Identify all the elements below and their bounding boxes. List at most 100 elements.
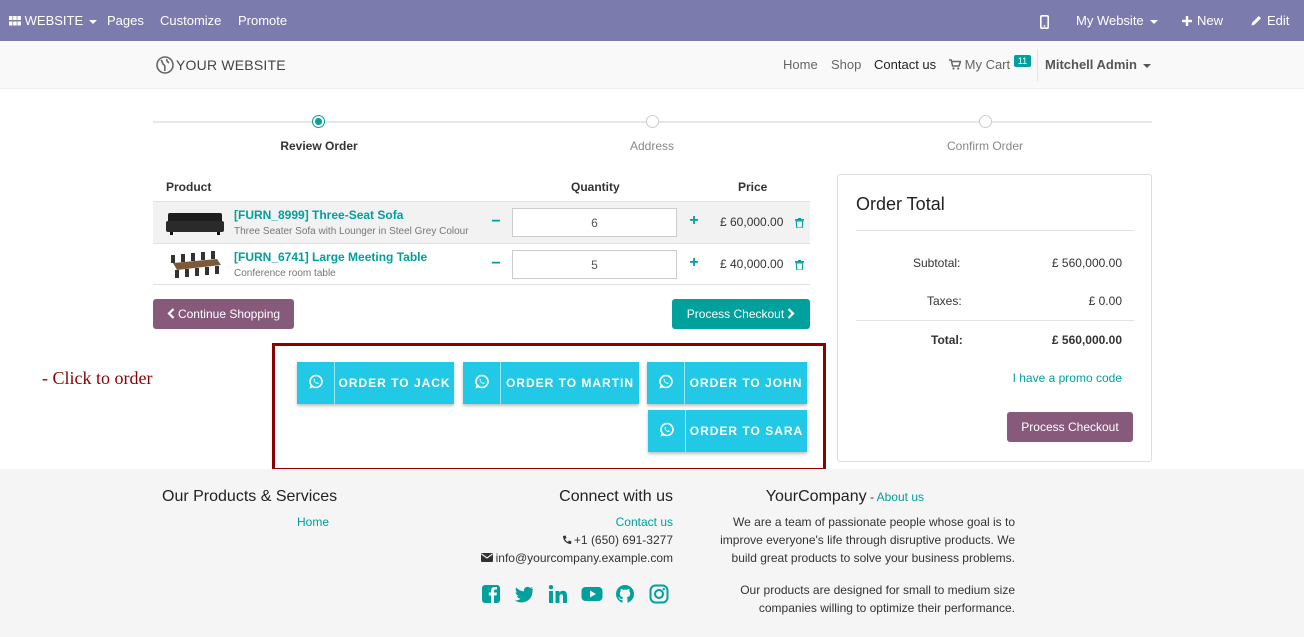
globe-logo-icon[interactable] (156, 56, 174, 74)
menu-promote[interactable]: Promote (238, 0, 287, 41)
pencil-icon (1251, 16, 1261, 26)
quantity-input[interactable] (512, 208, 677, 237)
order-to-martin-button[interactable]: ORDER TO MARTIN (463, 362, 639, 404)
admin-bar: WEBSITE Pages Customize Promote My Websi… (0, 0, 1304, 41)
my-cart-label: My Cart (964, 57, 1011, 72)
menu-customize[interactable]: Customize (160, 0, 221, 41)
promo-code-link[interactable]: I have a promo code (1013, 371, 1122, 385)
user-menu[interactable]: Mitchell Admin (1045, 41, 1151, 89)
apps-grid-icon (9, 15, 21, 26)
shopping-cart-icon (949, 59, 962, 70)
caret-down-icon (1142, 63, 1151, 68)
my-website-menu[interactable]: My Website (1076, 0, 1158, 41)
website-menu[interactable]: WEBSITE (9, 0, 98, 41)
nav-divider (1037, 49, 1038, 81)
new-button[interactable]: New (1182, 0, 1223, 41)
meeting-table-product-image[interactable] (167, 251, 223, 279)
about-text-line: We are a team of passionate people whose… (733, 515, 1015, 529)
footer-phone: +1 (650) 691-3277 (562, 533, 673, 547)
order-to-sara-button[interactable]: ORDER TO SARA (648, 410, 807, 452)
taxes-label: Taxes: (927, 294, 962, 308)
instagram-icon[interactable] (649, 584, 669, 604)
site-logo-text[interactable]: YOUR WEBSITE (176, 41, 286, 89)
continue-shopping-label: Continue Shopping (177, 307, 281, 321)
product-name-link[interactable]: [FURN_6741] Large Meeting Table (234, 250, 427, 264)
quantity-input[interactable] (512, 250, 677, 279)
order-to-john-button[interactable]: ORDER TO JOHN (647, 362, 807, 404)
about-us-link[interactable]: About us (877, 490, 924, 504)
menu-pages[interactable]: Pages (107, 0, 144, 41)
youtube-icon[interactable] (581, 584, 603, 604)
order-to-sara-label: ORDER TO SARA (689, 424, 804, 438)
footer-contact-link[interactable]: Contact us (616, 515, 673, 529)
nav-home[interactable]: Home (783, 41, 818, 89)
decrease-quantity-button[interactable]: − (489, 254, 503, 274)
whatsapp-icon-cell (297, 362, 335, 404)
whatsapp-icon (660, 422, 674, 437)
header-price: Price (738, 180, 768, 194)
product-name-link[interactable]: [FURN_8999] Three-Seat Sofa (234, 208, 403, 222)
process-checkout-label: Process Checkout (686, 307, 785, 321)
step-label-address: Address (629, 139, 675, 153)
edit-button[interactable]: Edit (1251, 0, 1289, 41)
chevron-right-icon (787, 308, 795, 320)
order-total-title: Order Total (856, 194, 945, 214)
facebook-icon[interactable] (481, 584, 501, 604)
envelope-icon (480, 553, 493, 563)
nav-shop[interactable]: Shop (831, 41, 861, 89)
sofa-product-image[interactable] (166, 207, 224, 237)
footer-connect-title: Connect with us (559, 488, 673, 505)
user-name: Mitchell Admin (1045, 57, 1137, 72)
mobile-icon (1040, 14, 1050, 29)
step-dot-confirm (979, 115, 992, 128)
divider (856, 320, 1134, 321)
linkedin-icon[interactable] (548, 584, 568, 604)
step-dot-address (646, 115, 659, 128)
subtotal-label: Subtotal: (913, 256, 961, 270)
product-price: £ 40,000.00 (720, 257, 784, 271)
table-row: [FURN_8999] Three-Seat Sofa Three Seater… (153, 201, 810, 243)
whatsapp-icon (309, 374, 323, 389)
header-product: Product (166, 180, 212, 194)
nav-my-cart[interactable]: My Cart 11 (949, 41, 1032, 89)
whatsapp-icon-cell (648, 410, 686, 452)
footer-email: info@yourcompany.example.com (480, 551, 673, 565)
trash-icon[interactable] (795, 260, 804, 270)
caret-down-icon (1149, 19, 1158, 24)
phone-number: +1 (650) 691-3277 (573, 533, 673, 547)
decrease-quantity-button[interactable]: − (489, 212, 503, 232)
caret-down-icon (89, 19, 98, 24)
divider (856, 230, 1134, 231)
about-text-line: build great products to solve your busin… (731, 551, 1015, 565)
product-price: £ 60,000.00 (720, 215, 784, 229)
chevron-left-icon (167, 308, 175, 320)
whatsapp-icon (475, 374, 489, 389)
order-to-jack-button[interactable]: ORDER TO JACK (297, 362, 454, 404)
my-website-label: My Website (1076, 13, 1144, 28)
total-value: £ 560,000.00 (1051, 333, 1122, 347)
twitter-icon[interactable] (514, 584, 534, 604)
total-label: Total: (931, 333, 963, 347)
github-icon[interactable] (615, 584, 635, 604)
nav-contact-us[interactable]: Contact us (874, 41, 936, 89)
footer-company-title: YourCompany - About us (765, 488, 924, 505)
header-quantity: Quantity (571, 180, 620, 194)
taxes-value: £ 0.00 (1088, 294, 1122, 308)
continue-shopping-button[interactable]: Continue Shopping (153, 299, 294, 329)
table-row: [FURN_6741] Large Meeting Table Conferen… (153, 243, 810, 285)
increase-quantity-button[interactable]: + (687, 253, 701, 273)
website-menu-label: WEBSITE (24, 13, 84, 28)
increase-quantity-button[interactable]: + (687, 211, 701, 231)
card-process-checkout-button[interactable]: Process Checkout (1007, 412, 1133, 442)
product-description: Three Seater Sofa with Lounger in Steel … (234, 226, 469, 237)
mobile-preview-button[interactable] (1040, 0, 1050, 41)
step-label-review: Review Order (280, 139, 358, 153)
email-address[interactable]: info@yourcompany.example.com (496, 551, 673, 565)
step-label-confirm: Confirm Order (946, 139, 1024, 153)
process-checkout-button[interactable]: Process Checkout (672, 299, 810, 329)
about-text-line: Our products are designed for small to m… (740, 583, 1015, 597)
trash-icon[interactable] (795, 218, 804, 228)
order-total-card: Order Total Subtotal: £ 560,000.00 Taxes… (837, 174, 1152, 462)
whatsapp-icon (659, 374, 673, 389)
footer-home-link[interactable]: Home (297, 515, 329, 529)
